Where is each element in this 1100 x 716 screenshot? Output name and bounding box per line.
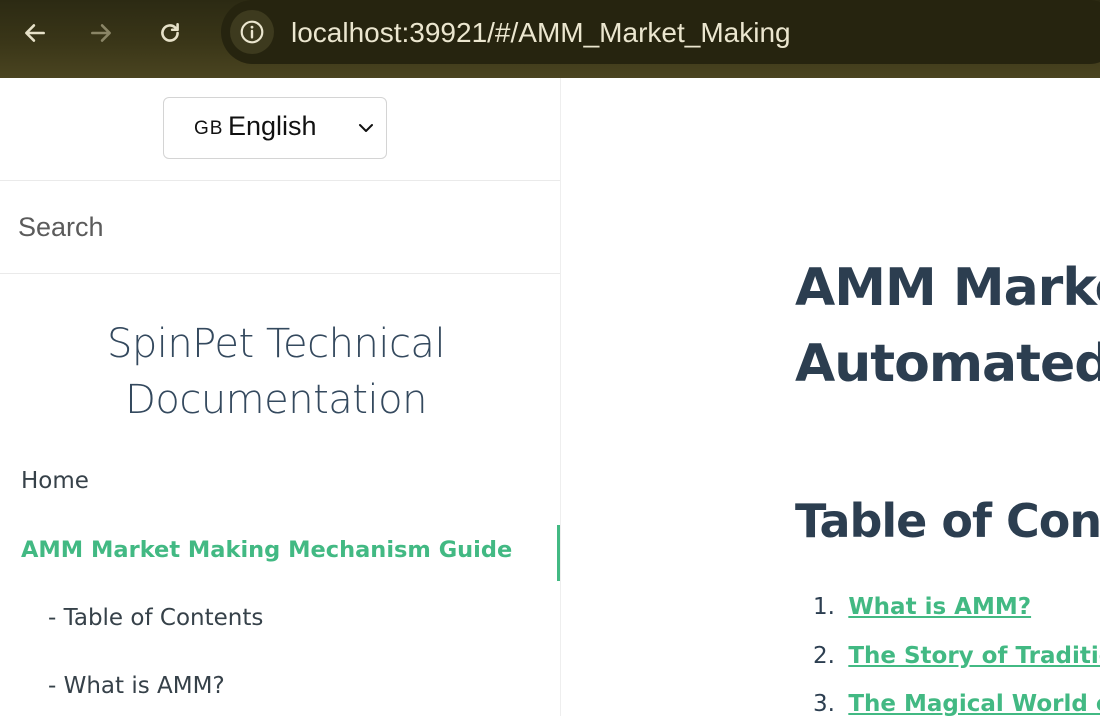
sidebar-item-home[interactable]: Home — [21, 468, 89, 494]
toc-heading: Table of Conte — [795, 494, 1100, 548]
language-select[interactable]: GB English — [163, 97, 387, 159]
site-info-button[interactable] — [230, 10, 274, 54]
toc-link-story-of-traditional[interactable]: The Story of Tradition — [848, 643, 1100, 669]
app-title-line: Documentation — [125, 377, 427, 423]
sidebar-item-amm-guide[interactable]: AMM Market Making Mechanism Guide — [21, 537, 512, 563]
toc-link-magical-world[interactable]: The Magical World of — [848, 691, 1100, 716]
search-box — [0, 181, 560, 273]
toc-item: 2. The Story of Tradition — [813, 639, 1100, 673]
divider — [0, 273, 560, 274]
flag-icon: GB — [194, 118, 224, 139]
app-title-line: SpinPet Technical — [106, 321, 446, 367]
arrow-left-icon — [25, 24, 45, 42]
page-title-line: Automated — [795, 334, 1100, 394]
page-title: AMM Market Automated — [795, 250, 1100, 402]
sidebar-item-table-of-contents[interactable]: - Table of Contents — [48, 605, 263, 631]
info-icon — [240, 20, 264, 44]
toc-link-what-is-amm[interactable]: What is AMM? — [848, 594, 1031, 620]
arrow-right-icon — [91, 24, 111, 42]
browser-toolbar: localhost:39921/#/AMM_Market_Making — [0, 0, 1100, 78]
back-button[interactable] — [15, 13, 55, 53]
reload-button[interactable] — [150, 13, 190, 53]
toc-item: 3. The Magical World of — [813, 687, 1100, 716]
toc-number: 3. — [813, 691, 835, 716]
reload-icon — [161, 23, 179, 42]
toc-item: 1. What is AMM? — [813, 590, 1031, 624]
active-indicator — [557, 525, 560, 581]
forward-button[interactable] — [81, 13, 121, 53]
sidebar-item-what-is-amm[interactable]: - What is AMM? — [48, 673, 225, 699]
page-title-line: AMM Market — [795, 258, 1100, 318]
main-content: AMM Market Automated Table of Conte 1. W… — [561, 78, 1100, 716]
language-selected-value: English — [228, 111, 317, 141]
sidebar: GB English SpinPet Technical Documentati… — [0, 78, 561, 716]
chevron-down-icon — [359, 124, 373, 132]
url-text[interactable]: localhost:39921/#/AMM_Market_Making — [291, 13, 791, 53]
toc-number: 1. — [813, 594, 835, 620]
app-title[interactable]: SpinPet Technical Documentation — [0, 316, 552, 428]
search-input[interactable] — [0, 181, 560, 273]
toc-number: 2. — [813, 643, 835, 669]
